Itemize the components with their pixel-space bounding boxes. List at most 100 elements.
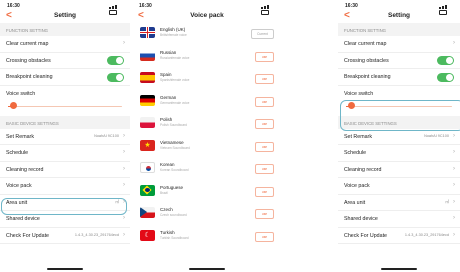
brazil-flag-icon (140, 184, 155, 196)
area-unit-row[interactable]: Area unit ㎡ › (338, 195, 460, 211)
voice-name: English (UK) (160, 27, 186, 32)
voice-name: Polish (160, 117, 173, 122)
voice-desc: Korean Soundboard (160, 168, 189, 172)
chevron-right-icon: › (123, 215, 125, 221)
voice-list: English (UK) Britishfemale voice Current… (132, 23, 282, 248)
check-update-label: Check For Update (6, 232, 49, 239)
check-update-row[interactable]: Check For Update 1.4.3_4.30.23_291764ecd… (0, 228, 130, 244)
voice-switch-label: Voice switch (344, 90, 374, 97)
voice-item: Korean Korean Soundboard use (132, 158, 282, 181)
voice-pack-screen: 16:30 < Voice pack English (UK) Britishf… (132, 0, 282, 272)
crossing-obstacles-row: Crossing obstacles (0, 53, 130, 69)
czech-flag-icon (140, 207, 155, 218)
breakpoint-cleaning-label: Breakpoint cleaning (344, 74, 391, 80)
breakpoint-cleaning-row: Breakpoint cleaning (338, 69, 460, 86)
nav-bar: < Setting (0, 9, 130, 23)
shared-device-label: Shared device (344, 216, 378, 222)
voice-desc: Brazil (160, 190, 168, 195)
voice-name: Spain (160, 72, 172, 77)
chevron-right-icon: › (123, 182, 125, 188)
section-function-setting: FUNCTION SETTING (0, 23, 130, 36)
voice-desc: Britishfemale voice (160, 33, 187, 37)
chevron-right-icon: › (453, 40, 455, 46)
check-update-value: 1.4.3_4.30.23_291764ecd (404, 233, 449, 237)
voice-pack-row[interactable]: Voice pack › (338, 178, 460, 195)
shared-device-label: Shared device (6, 216, 40, 222)
settings-screen-voice: 16:30 < Setting FUNCTION SETTING Clear c… (338, 0, 460, 272)
nav-bar: < Setting (338, 9, 460, 23)
chevron-right-icon: › (453, 165, 455, 172)
use-voice-button[interactable]: use (255, 74, 274, 84)
voice-desc: Czech soundboard (160, 213, 187, 217)
use-voice-button[interactable]: use (255, 51, 274, 62)
crossing-obstacles-toggle[interactable] (107, 56, 124, 65)
current-voice-button[interactable]: Current (251, 29, 274, 39)
set-remark-label: Set Remark (6, 133, 34, 140)
battery-signal-icon (439, 3, 453, 15)
use-voice-button[interactable]: use (255, 209, 274, 219)
status-bar: 16:30 (338, 0, 460, 15)
voice-name: German (160, 94, 177, 100)
use-voice-button[interactable]: use (255, 141, 274, 152)
voice-name: Turkish (160, 229, 175, 235)
schedule-row[interactable]: Schedule › (338, 145, 460, 162)
clear-map-label: Clear current map (344, 41, 387, 47)
page-title: Setting (387, 12, 411, 19)
turkey-flag-icon: ☾ (140, 229, 155, 241)
home-indicator (189, 268, 225, 270)
voice-slider[interactable] (8, 102, 122, 109)
russia-flag-icon (140, 49, 155, 61)
section-function-setting: FUNCTION SETTING (338, 23, 460, 36)
chevron-right-icon: › (123, 165, 125, 172)
voice-name: Vietnamese (160, 139, 184, 145)
crossing-obstacles-label: Crossing obstacles (344, 57, 389, 64)
voice-name: Korean (160, 162, 175, 167)
vietnam-flag-icon: ★ (140, 139, 155, 151)
use-voice-button[interactable]: use (255, 186, 274, 197)
clear-map-row[interactable]: Clear current map › (338, 36, 460, 53)
set-remark-value: NoahAI 9C100 (424, 134, 449, 138)
check-update-row[interactable]: Check For Update 1.4.3_4.30.23_291764ecd… (338, 228, 460, 244)
use-voice-button[interactable]: use (255, 164, 274, 174)
chevron-right-icon: › (123, 40, 125, 46)
use-voice-button[interactable]: use (255, 96, 274, 107)
cleaning-record-row[interactable]: Cleaning record › (338, 162, 460, 178)
breakpoint-cleaning-row: Breakpoint cleaning (0, 69, 130, 86)
voice-desc: Polish Soundboard (160, 123, 187, 127)
voice-name: Czech (160, 207, 173, 212)
use-voice-button[interactable]: use (255, 231, 274, 242)
crossing-obstacles-label: Crossing obstacles (6, 57, 51, 64)
voice-desc: Russianfemale voice (160, 55, 190, 60)
voice-switch-row: Voice switch (0, 86, 130, 116)
home-indicator (47, 268, 83, 270)
uk-flag-icon (140, 27, 155, 38)
chevron-right-icon: › (453, 198, 455, 205)
schedule-row[interactable]: Schedule › (0, 145, 130, 162)
cleaning-record-label: Cleaning record (6, 166, 44, 173)
cleaning-record-row[interactable]: Cleaning record › (0, 162, 130, 178)
breakpoint-cleaning-toggle[interactable] (437, 72, 454, 82)
set-remark-label: Set Remark (344, 133, 372, 140)
spain-flag-icon (140, 72, 155, 83)
shared-device-row[interactable]: Shared device › (338, 211, 460, 228)
set-remark-row[interactable]: Set Remark NoahAI 9C100 › (0, 129, 130, 145)
chevron-right-icon: › (123, 132, 125, 139)
voice-item: Russian Russianfemale voice use (132, 46, 282, 69)
crossing-obstacles-toggle[interactable] (437, 56, 454, 65)
voice-pack-row[interactable]: Voice pack › (0, 178, 130, 195)
voice-item: Czech Czech soundboard use (132, 203, 282, 226)
page-title: Voice pack (190, 12, 224, 19)
voice-slider-knob[interactable] (10, 102, 18, 109)
section-basic-device: BASIC DEVICE SETTINGS (0, 115, 130, 129)
use-voice-button[interactable]: use (255, 119, 274, 129)
home-indicator (381, 268, 417, 270)
battery-signal-icon (109, 3, 123, 15)
breakpoint-cleaning-toggle[interactable] (107, 72, 124, 82)
chevron-right-icon: › (453, 182, 455, 188)
area-unit-label: Area unit (344, 199, 366, 206)
korea-flag-icon (140, 162, 155, 173)
area-unit-value: ㎡ (445, 200, 449, 204)
battery-signal-icon (261, 3, 275, 15)
crossing-obstacles-row: Crossing obstacles (338, 53, 460, 69)
clear-map-row[interactable]: Clear current map › (0, 36, 130, 53)
